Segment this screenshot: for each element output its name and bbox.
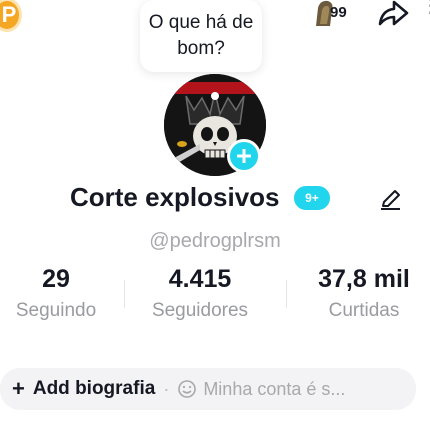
stat-followers-value: 4.415: [168, 265, 232, 293]
stat-likes-label: Curtidas: [328, 300, 400, 321]
profile-switch-badge[interactable]: P: [0, 0, 22, 32]
stat-followers[interactable]: 4.415 Seguidores: [130, 264, 270, 324]
display-name: Corte explosivos: [70, 182, 280, 212]
account-status-text[interactable]: Minha conta é s...: [203, 379, 345, 400]
stat-divider: [124, 280, 125, 308]
add-avatar-button[interactable]: [227, 139, 261, 173]
status-prompt-bubble[interactable]: O que há de bom?: [140, 0, 262, 72]
pencil-icon[interactable]: [378, 186, 404, 212]
profile-name-row: Corte explosivos 9+: [0, 182, 430, 216]
status-prompt-text: O que há de bom?: [148, 12, 254, 59]
add-bio-plus-icon[interactable]: +: [12, 378, 25, 400]
stat-likes-value: 37,8 mil: [318, 265, 410, 293]
stat-following[interactable]: 29 Seguindo: [0, 264, 116, 324]
stat-divider: [286, 280, 287, 308]
stat-following-label: Seguindo: [15, 300, 97, 321]
add-bio-button[interactable]: Add biografia: [33, 378, 155, 400]
bio-row: + Add biografia · Minha conta é s...: [0, 368, 416, 410]
smile-icon: [178, 380, 197, 398]
stat-likes[interactable]: 37,8 mil Curtidas: [294, 264, 430, 324]
bio-separator: ·: [163, 378, 170, 399]
stat-following-value: 29: [42, 265, 70, 293]
share-arrow-icon[interactable]: [376, 0, 410, 30]
username: @pedrogplrsm: [149, 230, 281, 252]
name-badge[interactable]: 9+: [294, 186, 330, 210]
more-icon[interactable]: ⋮: [420, 0, 430, 28]
notifications-count: 99: [330, 4, 347, 21]
plus-icon: [237, 149, 251, 163]
stat-followers-label: Seguidores: [151, 300, 249, 321]
profile-badge-letter: P: [1, 2, 17, 27]
notifications-button[interactable]: 99: [310, 0, 358, 32]
